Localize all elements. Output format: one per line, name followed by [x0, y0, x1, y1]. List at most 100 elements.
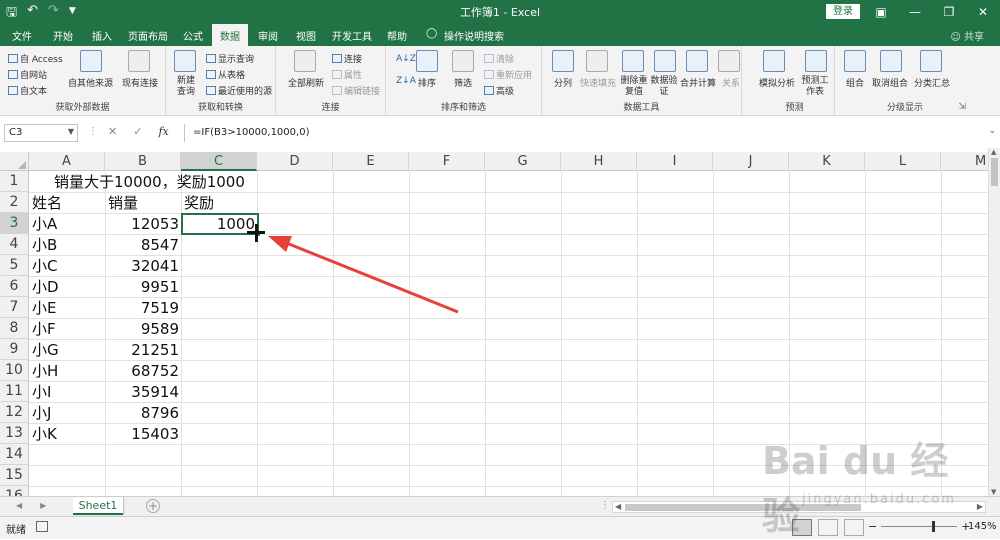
- tab-home[interactable]: 开始: [53, 28, 73, 43]
- sort-za-icon[interactable]: Z↓A: [396, 76, 416, 86]
- cancel-icon[interactable]: ✕: [108, 125, 117, 138]
- column-header[interactable]: B: [105, 152, 181, 171]
- expand-formula-icon[interactable]: ⌄: [988, 126, 996, 136]
- row-header[interactable]: 6: [0, 276, 29, 297]
- forecast-sheet-button[interactable]: 预测工作表: [801, 76, 829, 98]
- existing-connections-button[interactable]: 现有连接: [122, 76, 158, 89]
- advanced-filter-button[interactable]: 高级: [484, 84, 514, 97]
- page-layout-view-icon[interactable]: [818, 519, 838, 536]
- ungroup-button[interactable]: 取消组合: [872, 76, 908, 89]
- cell-sales[interactable]: 68752: [105, 361, 179, 381]
- ribbon-display-icon[interactable]: ▣: [864, 0, 898, 24]
- login-button[interactable]: 登录: [826, 4, 860, 19]
- cell-sales[interactable]: 8796: [105, 403, 179, 423]
- connections-button[interactable]: 连接: [332, 52, 362, 65]
- column-header[interactable]: H: [561, 152, 637, 171]
- row-header[interactable]: 8: [0, 318, 29, 339]
- column-header[interactable]: I: [637, 152, 713, 171]
- tab-developer[interactable]: 开发工具: [332, 28, 372, 43]
- tab-view[interactable]: 视图: [296, 28, 316, 43]
- from-web-button[interactable]: 自网站: [8, 68, 47, 81]
- scroll-left-icon[interactable]: ◀: [615, 502, 621, 511]
- from-table-button[interactable]: 从表格: [206, 68, 245, 81]
- name-box[interactable]: C3 ▼: [4, 124, 78, 142]
- cell-sales[interactable]: 32041: [105, 256, 179, 276]
- sheet-tab-sheet1[interactable]: Sheet1: [73, 497, 123, 515]
- tab-file[interactable]: 文件: [12, 28, 32, 43]
- tab-help[interactable]: 帮助: [387, 28, 407, 43]
- row-header[interactable]: 7: [0, 297, 29, 318]
- tab-insert[interactable]: 插入: [92, 28, 112, 43]
- formula-input[interactable]: =IF(B3>10000,1000,0): [184, 124, 988, 142]
- cell-name[interactable]: 小K: [32, 424, 57, 444]
- row-header[interactable]: 12: [0, 402, 29, 423]
- vertical-scrollbar[interactable]: ▲ ▼: [988, 148, 1000, 496]
- cell-a1-title[interactable]: 销量大于10000，奖励1000: [54, 172, 245, 192]
- column-header[interactable]: D: [257, 152, 333, 171]
- sort-az-icon[interactable]: A↓Z: [396, 54, 416, 64]
- cell-sales[interactable]: 9589: [105, 319, 179, 339]
- macro-record-icon[interactable]: [36, 521, 48, 532]
- flash-fill-button[interactable]: 快速填充: [580, 76, 616, 89]
- cell-sales[interactable]: 9951: [105, 277, 179, 297]
- other-sources-button[interactable]: 自其他来源: [68, 76, 113, 89]
- share-button[interactable]: ☺ 共享: [950, 28, 984, 43]
- cell-sales[interactable]: 12053: [105, 214, 179, 234]
- properties-button[interactable]: 属性: [332, 68, 362, 81]
- cell-name[interactable]: 小H: [32, 361, 58, 381]
- row-header[interactable]: 9: [0, 339, 29, 360]
- filter-button[interactable]: 筛选: [454, 76, 472, 89]
- row-header[interactable]: 10: [0, 360, 29, 381]
- add-sheet-icon[interactable]: +: [146, 499, 160, 513]
- column-header[interactable]: K: [789, 152, 865, 171]
- tab-splitter-icon[interactable]: ⋮: [600, 500, 610, 511]
- zoom-knob[interactable]: [932, 521, 936, 532]
- splitter-icon[interactable]: ⋮: [88, 126, 98, 137]
- relationships-button[interactable]: 关系: [722, 76, 740, 89]
- chevron-down-icon[interactable]: ▼: [68, 127, 74, 136]
- what-if-button[interactable]: 模拟分析: [759, 76, 795, 89]
- cell-name[interactable]: 小I: [32, 382, 51, 402]
- zoom-out-icon[interactable]: −: [868, 520, 877, 533]
- row-header[interactable]: 4: [0, 234, 29, 255]
- next-sheet-icon[interactable]: ▶: [40, 501, 46, 510]
- tab-data[interactable]: 数据: [212, 24, 248, 46]
- reapply-button[interactable]: 重新应用: [484, 68, 532, 81]
- dialog-launcher-icon[interactable]: ⇲: [958, 102, 966, 112]
- from-access-button[interactable]: 自 Access: [8, 52, 63, 65]
- cell-sales[interactable]: 7519: [105, 298, 179, 318]
- page-break-view-icon[interactable]: [844, 519, 864, 536]
- row-header[interactable]: 15: [0, 465, 29, 486]
- zoom-track[interactable]: [881, 521, 958, 532]
- scroll-thumb[interactable]: [991, 158, 998, 186]
- refresh-all-button[interactable]: 全部刷新: [288, 76, 324, 89]
- row-header[interactable]: 3: [0, 213, 29, 234]
- row-header[interactable]: 13: [0, 423, 29, 444]
- show-queries-button[interactable]: 显示查询: [206, 52, 254, 65]
- row-header[interactable]: 14: [0, 444, 29, 465]
- column-header[interactable]: C: [181, 152, 257, 171]
- cell-name[interactable]: 小C: [32, 256, 57, 276]
- tab-page-layout[interactable]: 页面布局: [128, 28, 168, 43]
- clear-filter-button[interactable]: 清除: [484, 52, 514, 65]
- cell-name[interactable]: 小F: [32, 319, 56, 339]
- cell-sales[interactable]: 15403: [105, 424, 179, 444]
- group-button[interactable]: 组合: [846, 76, 864, 89]
- enter-icon[interactable]: ✓: [133, 125, 142, 138]
- tell-me-search[interactable]: 操作说明搜索: [444, 28, 504, 43]
- row-header[interactable]: 5: [0, 255, 29, 276]
- zoom-level[interactable]: 145%: [968, 521, 997, 532]
- cell-name[interactable]: 小A: [32, 214, 57, 234]
- remove-duplicates-button[interactable]: 删除重复值: [620, 76, 648, 98]
- row-header[interactable]: 1: [0, 171, 29, 192]
- close-icon[interactable]: ✕: [966, 0, 1000, 24]
- cell-sales[interactable]: 35914: [105, 382, 179, 402]
- cell-name[interactable]: 小G: [32, 340, 59, 360]
- column-header[interactable]: M: [941, 152, 988, 171]
- zoom-slider[interactable]: − +: [868, 520, 970, 533]
- edit-links-button[interactable]: 编辑链接: [332, 84, 380, 97]
- scroll-up-icon[interactable]: ▲: [991, 148, 996, 156]
- minimize-icon[interactable]: —: [898, 0, 932, 24]
- cell-name[interactable]: 小J: [32, 403, 51, 423]
- scroll-right-icon[interactable]: ▶: [977, 502, 983, 511]
